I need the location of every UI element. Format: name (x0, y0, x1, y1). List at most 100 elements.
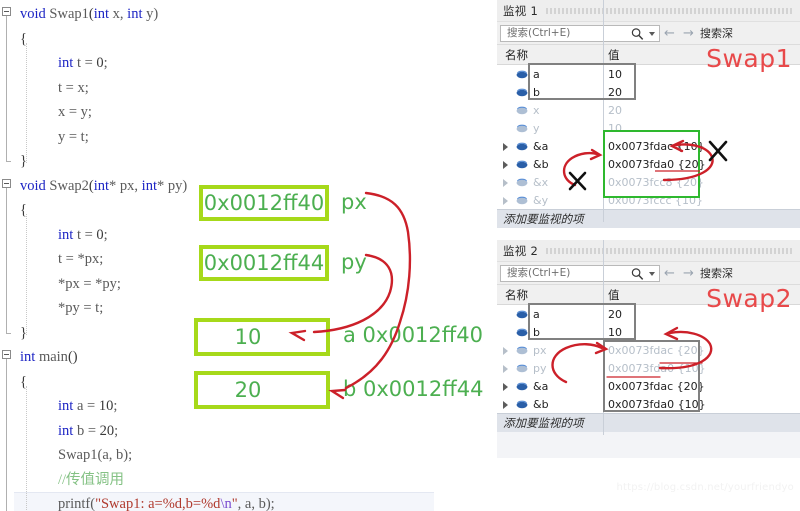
chevron-down-icon[interactable] (649, 271, 655, 276)
watch1-add-item-row[interactable]: 添加要监视的项 (497, 0, 800, 228)
code-line: int t = 0; (58, 51, 108, 76)
code-token: ; (113, 398, 118, 414)
watch2-search-input[interactable] (505, 265, 633, 281)
code-line: int t = 0; (58, 223, 108, 248)
watch-row-name: y (533, 121, 540, 135)
code-token: void (20, 6, 50, 22)
fold-region-line (6, 187, 7, 333)
watch-panel-2[interactable]: 监视 2 ← → 搜索深 名称 值 a20b10px0x0073fdac {20… (497, 240, 800, 458)
watch1-col-name: 名称 (505, 47, 528, 62)
watch1-swap-tag: Swap1 (706, 44, 792, 73)
fold-region-end (6, 332, 11, 334)
watch2-toolbar[interactable]: ← → 搜索深 (497, 262, 800, 285)
code-token: 10 (98, 398, 114, 414)
watch2-title-grip[interactable] (546, 247, 794, 254)
code-token: int (58, 398, 74, 414)
code-token: ; (103, 226, 108, 243)
watch-variable-icon (516, 70, 528, 79)
b-value-box: 20 (194, 371, 330, 409)
watch-variable-icon (516, 328, 528, 337)
code-line: Swap1(a, b); (58, 443, 132, 468)
back-arrow-icon[interactable]: ← (660, 265, 679, 282)
indent-guide (26, 214, 27, 335)
fold-region-end (6, 161, 11, 162)
watch-variable-icon (516, 196, 528, 205)
py-value-box-text: 0x0012ff44 (203, 251, 325, 275)
watch-row-value[interactable]: 20 (608, 104, 622, 117)
code-token: 0 (96, 226, 104, 243)
watch1-col-value: 值 (608, 47, 620, 62)
watch-variable-icon (516, 178, 528, 187)
watch1-search-input[interactable] (505, 25, 633, 41)
code-token: * py) (156, 177, 188, 194)
py-value-box: 0x0012ff44 (199, 245, 329, 281)
watch-variable-icon (516, 106, 528, 115)
expand-triangle-icon[interactable] (503, 161, 508, 169)
expand-triangle-icon[interactable] (503, 383, 508, 391)
fold-toggle-icon[interactable] (2, 350, 11, 359)
a-value-box-text: 10 (234, 325, 262, 349)
fold-toggle-icon[interactable] (2, 7, 11, 16)
code-token: Swap1 (49, 6, 89, 22)
watch-row[interactable]: x 20 (497, 101, 800, 119)
a-value-box: 10 (194, 318, 330, 356)
search-icon[interactable] (631, 267, 644, 281)
expand-triangle-icon[interactable] (503, 143, 508, 151)
watch2-add-item-row[interactable]: 添加要监视的项 (497, 240, 800, 435)
px-value-box-text: 0x0012ff40 (203, 191, 325, 215)
expand-triangle-icon[interactable] (503, 347, 508, 355)
editor-fold-gutter[interactable] (0, 0, 14, 511)
code-token: int (127, 6, 143, 22)
code-token: Swap2 (49, 177, 89, 194)
code-token: t = *px; (58, 251, 104, 267)
code-token: \n (220, 496, 232, 511)
watch2-search-depth-label: 搜索深 (700, 267, 733, 280)
watermark: https://blog.csdn.net/yourfriendyo (616, 482, 794, 493)
code-line: *px = *py; (58, 272, 121, 297)
code-token: ; (114, 422, 119, 439)
expand-triangle-icon[interactable] (503, 179, 508, 187)
code-line: t = *px; (58, 247, 103, 272)
watch-panel-1[interactable]: 监视 1 ← → 搜索深 名称 值 a10b20x20y10&a0x0073fd… (497, 0, 800, 228)
expand-triangle-icon[interactable] (503, 197, 508, 205)
code-token: , a, b); (237, 496, 275, 511)
watch1-title-grip[interactable] (546, 7, 794, 14)
watch2-swap-tag: Swap2 (706, 284, 792, 313)
a-address-label: a 0x0012ff40 (343, 323, 483, 347)
watch1-titlebar[interactable]: 监视 1 (497, 0, 800, 22)
fold-toggle-icon[interactable] (2, 178, 11, 188)
expand-triangle-icon[interactable] (503, 365, 508, 373)
watch2-search-box[interactable] (500, 264, 660, 282)
watch-row-name: &x (533, 175, 549, 189)
expand-triangle-icon[interactable] (503, 401, 508, 409)
watch2-titlebar[interactable]: 监视 2 (497, 240, 800, 262)
watch1-search-box[interactable] (500, 24, 660, 42)
code-token: x = y; (58, 104, 92, 120)
px-label: px (341, 190, 367, 214)
back-arrow-icon[interactable]: ← (660, 25, 679, 42)
code-token: (a, b); (97, 447, 133, 463)
indent-guide (26, 385, 27, 511)
code-token: b = (73, 422, 100, 439)
code-token: int (58, 55, 74, 71)
code-line: void Swap1(int x, int y) (20, 2, 158, 27)
code-token: int (58, 422, 74, 439)
fold-region-line (6, 16, 7, 161)
code-token: 20 (99, 422, 115, 439)
code-token: int (20, 349, 39, 365)
forward-arrow-icon[interactable]: → (679, 265, 698, 282)
code-token: x, (109, 6, 128, 22)
code-line: y = t; (58, 125, 89, 150)
code-token: void (20, 177, 50, 194)
watch-variable-icon (516, 364, 528, 373)
code-token: () (67, 349, 78, 365)
forward-arrow-icon[interactable]: → (679, 25, 698, 42)
watch1-toolbar[interactable]: ← → 搜索深 (497, 22, 800, 45)
watch2-footer-area (497, 432, 800, 458)
search-icon[interactable] (631, 27, 644, 41)
watch-variable-icon (516, 124, 528, 133)
chevron-down-icon[interactable] (649, 31, 655, 36)
watch-row-name: &b (533, 397, 549, 411)
code-token: "Swap1: a=%d,b=%d (95, 496, 221, 511)
code-line: *py = t; (58, 296, 103, 321)
